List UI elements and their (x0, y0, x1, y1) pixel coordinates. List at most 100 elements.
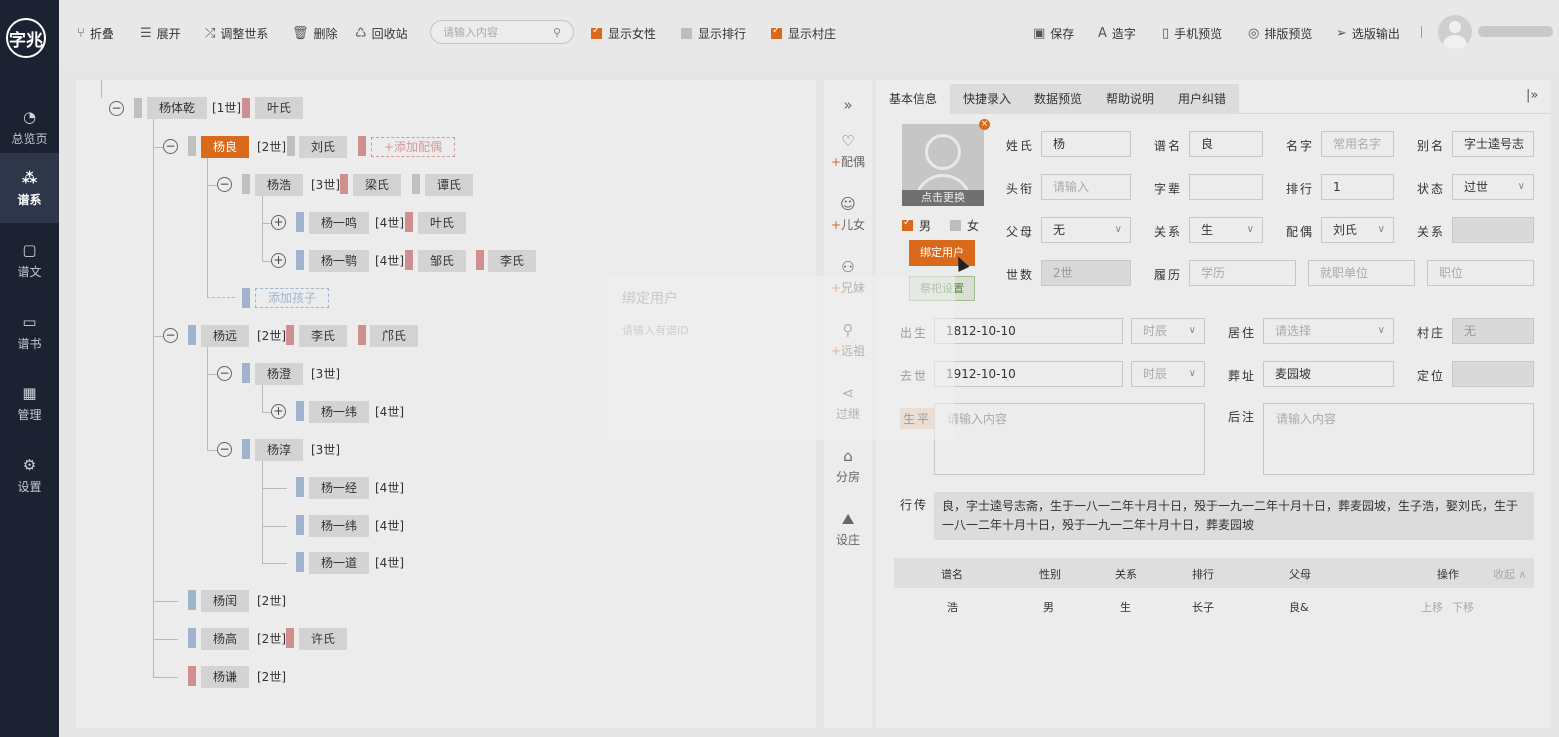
tree-node[interactable]: 杨一鸣 (309, 212, 370, 234)
spouse-node[interactable]: 刘氏 (299, 136, 348, 158)
tab-quick-entry[interactable]: 快捷录入 (950, 84, 1025, 114)
add-spouse-action[interactable]: ♡ +配偶 (824, 132, 872, 170)
tree-node[interactable]: 杨一纬 (309, 515, 370, 537)
tab-help[interactable]: 帮助说明 (1093, 84, 1168, 114)
tree-node[interactable]: 杨体乾 (147, 97, 208, 119)
search-input[interactable]: 请输入内容 ⚲ (430, 20, 574, 44)
tab-data-preview[interactable]: 数据预览 (1021, 84, 1096, 114)
spouse-select[interactable]: 刘氏 ∨ (1321, 217, 1394, 243)
death-time-select[interactable]: 时辰 ∨ (1131, 361, 1205, 387)
bio-text[interactable]: 良，字士逵号志斋，生于一八一二年十月十日，殁于一九一二年十月十日，葬麦园坡，生子… (934, 492, 1534, 540)
expand-toggle[interactable]: + (271, 404, 286, 419)
side-panel-toggle-icon[interactable]: |» (1526, 88, 1538, 103)
zibei-input[interactable] (1189, 174, 1263, 200)
mobile-preview-button[interactable]: ▯ 手机预览 (1162, 24, 1222, 42)
given-name-input[interactable]: 常用名字 (1321, 131, 1394, 157)
collapse-panel-button[interactable]: » (824, 96, 872, 114)
life-textarea[interactable]: 请输入内容 (934, 403, 1205, 475)
residence-select[interactable]: 请选择 ∨ (1263, 318, 1394, 344)
adjust-lineage-button[interactable]: ⤮ 调整世系 (205, 24, 268, 42)
spouse-node[interactable]: 叶氏 (418, 212, 467, 234)
tree-node[interactable]: 杨高 (201, 628, 250, 650)
save-button[interactable]: ▣ 保存 (1033, 24, 1074, 42)
tree-node[interactable]: 杨一经 (309, 477, 370, 499)
sidebar-item-book[interactable]: ▭ 谱书 (0, 297, 59, 367)
spouse-node[interactable]: 许氏 (299, 628, 348, 650)
locate-input[interactable] (1452, 361, 1534, 387)
education-input[interactable]: 学历 (1189, 260, 1296, 286)
collapse-toggle[interactable]: − (217, 177, 232, 192)
employer-input[interactable]: 就职单位 (1308, 260, 1415, 286)
export-button[interactable]: ➢ 选版输出 (1336, 24, 1400, 42)
move-down-link[interactable]: 下移 (1452, 599, 1474, 615)
expand-button[interactable]: ☰ 展开 (140, 24, 181, 42)
expand-toggle[interactable]: + (271, 253, 286, 268)
spouse-node[interactable]: 叶氏 (255, 97, 304, 119)
add-child-action[interactable]: ☺ +儿女 (824, 195, 872, 233)
sidebar-item-settings[interactable]: ⚙ 设置 (0, 440, 59, 510)
table-collapse-button[interactable]: 收起 ∧ (1493, 566, 1527, 582)
app-logo[interactable]: 字兆 (6, 18, 46, 58)
tree-node[interactable]: 杨闰 (201, 590, 250, 612)
note-textarea[interactable]: 请输入内容 (1263, 403, 1534, 475)
status-select[interactable]: 过世 ∨ (1452, 174, 1534, 200)
pu-name-input[interactable]: 良 (1189, 131, 1263, 157)
alias-input[interactable]: 字士逵号志 (1452, 131, 1534, 157)
delete-button[interactable]: 🗑︎ 删除 (292, 24, 338, 42)
title-input[interactable]: 请输入 (1041, 174, 1131, 200)
spouse-node[interactable]: 李氏 (299, 325, 348, 347)
set-village-action[interactable]: ⛰︎ 设庄 (824, 510, 872, 548)
collapse-toggle[interactable]: − (109, 101, 124, 116)
relation-select[interactable]: 生 ∨ (1189, 217, 1263, 243)
surname-input[interactable]: 杨 (1041, 131, 1131, 157)
expand-toggle[interactable]: + (271, 215, 286, 230)
burial-input[interactable]: 麦园坡 (1263, 361, 1394, 387)
make-char-button[interactable]: A 造字 (1098, 24, 1136, 42)
tree-node[interactable]: 杨一纬 (309, 401, 370, 423)
gender-female-checkbox[interactable]: 女 (950, 217, 979, 234)
add-child-button[interactable]: 添加孩子 (255, 288, 330, 308)
collapse-toggle[interactable]: − (217, 366, 232, 381)
dialog-input-placeholder[interactable]: 请输入有谱ID (622, 322, 689, 338)
show-village-checkbox[interactable]: 显示村庄 (771, 24, 836, 42)
spouse-node[interactable]: 谭氏 (425, 174, 474, 196)
tab-user-correction[interactable]: 用户纠错 (1165, 84, 1240, 114)
move-up-link[interactable]: 上移 (1421, 599, 1443, 615)
sidebar-item-lineage[interactable]: ⁂ 谱系 (0, 153, 59, 223)
parent-select[interactable]: 无 ∨ (1041, 217, 1131, 243)
tree-node[interactable]: 杨淳 (255, 439, 304, 461)
position-input[interactable]: 职位 (1427, 260, 1534, 286)
branch-action[interactable]: ⌂ 分房 (824, 447, 872, 485)
tree-node[interactable]: 杨谦 (201, 666, 250, 688)
recycle-bin-button[interactable]: ♺ 回收站 (355, 24, 408, 42)
sidebar-item-text[interactable]: ▢ 谱文 (0, 225, 59, 295)
rank-input[interactable]: 1 (1321, 174, 1394, 200)
tree-node[interactable]: 杨一道 (309, 552, 370, 574)
tree-node[interactable]: 杨浩 (255, 174, 304, 196)
gender-male-checkbox[interactable]: 男 (902, 217, 931, 234)
tree-node[interactable]: 杨一鹗 (309, 250, 370, 272)
spouse-node[interactable]: 梁氏 (353, 174, 402, 196)
show-rank-checkbox[interactable]: 显示排行 (681, 24, 746, 42)
sidebar-item-overview[interactable]: ◔ 总览页 (0, 92, 59, 162)
collapse-toggle[interactable]: − (163, 328, 178, 343)
layout-preview-button[interactable]: ◎ 排版预览 (1248, 24, 1312, 42)
avatar[interactable] (1438, 15, 1472, 49)
portrait-photo[interactable]: 点击更换 (902, 124, 984, 206)
tree-node[interactable]: 杨澄 (255, 363, 304, 385)
add-spouse-button[interactable]: +添加配偶 (371, 137, 456, 157)
spouse-node[interactable]: 李氏 (488, 250, 537, 272)
spouse-node[interactable]: 邝氏 (370, 325, 419, 347)
tree-node[interactable]: 杨远 (201, 325, 250, 347)
collapse-toggle[interactable]: − (163, 139, 178, 154)
death-date-input[interactable]: 1912-10-10 (934, 361, 1123, 387)
birth-date-input[interactable]: 1812-10-10 (934, 318, 1123, 344)
tree-node-selected[interactable]: 杨良 (201, 136, 250, 158)
tab-basic-info[interactable]: 基本信息 (876, 84, 951, 114)
spouse-node[interactable]: 邹氏 (418, 250, 467, 272)
collapse-button[interactable]: ⑂ 折叠 (77, 24, 114, 42)
birth-time-select[interactable]: 时辰 ∨ (1131, 318, 1205, 344)
sidebar-item-manage[interactable]: ▦ 管理 (0, 368, 59, 438)
remove-photo-icon[interactable]: × (979, 119, 990, 130)
collapse-toggle[interactable]: − (217, 442, 232, 457)
